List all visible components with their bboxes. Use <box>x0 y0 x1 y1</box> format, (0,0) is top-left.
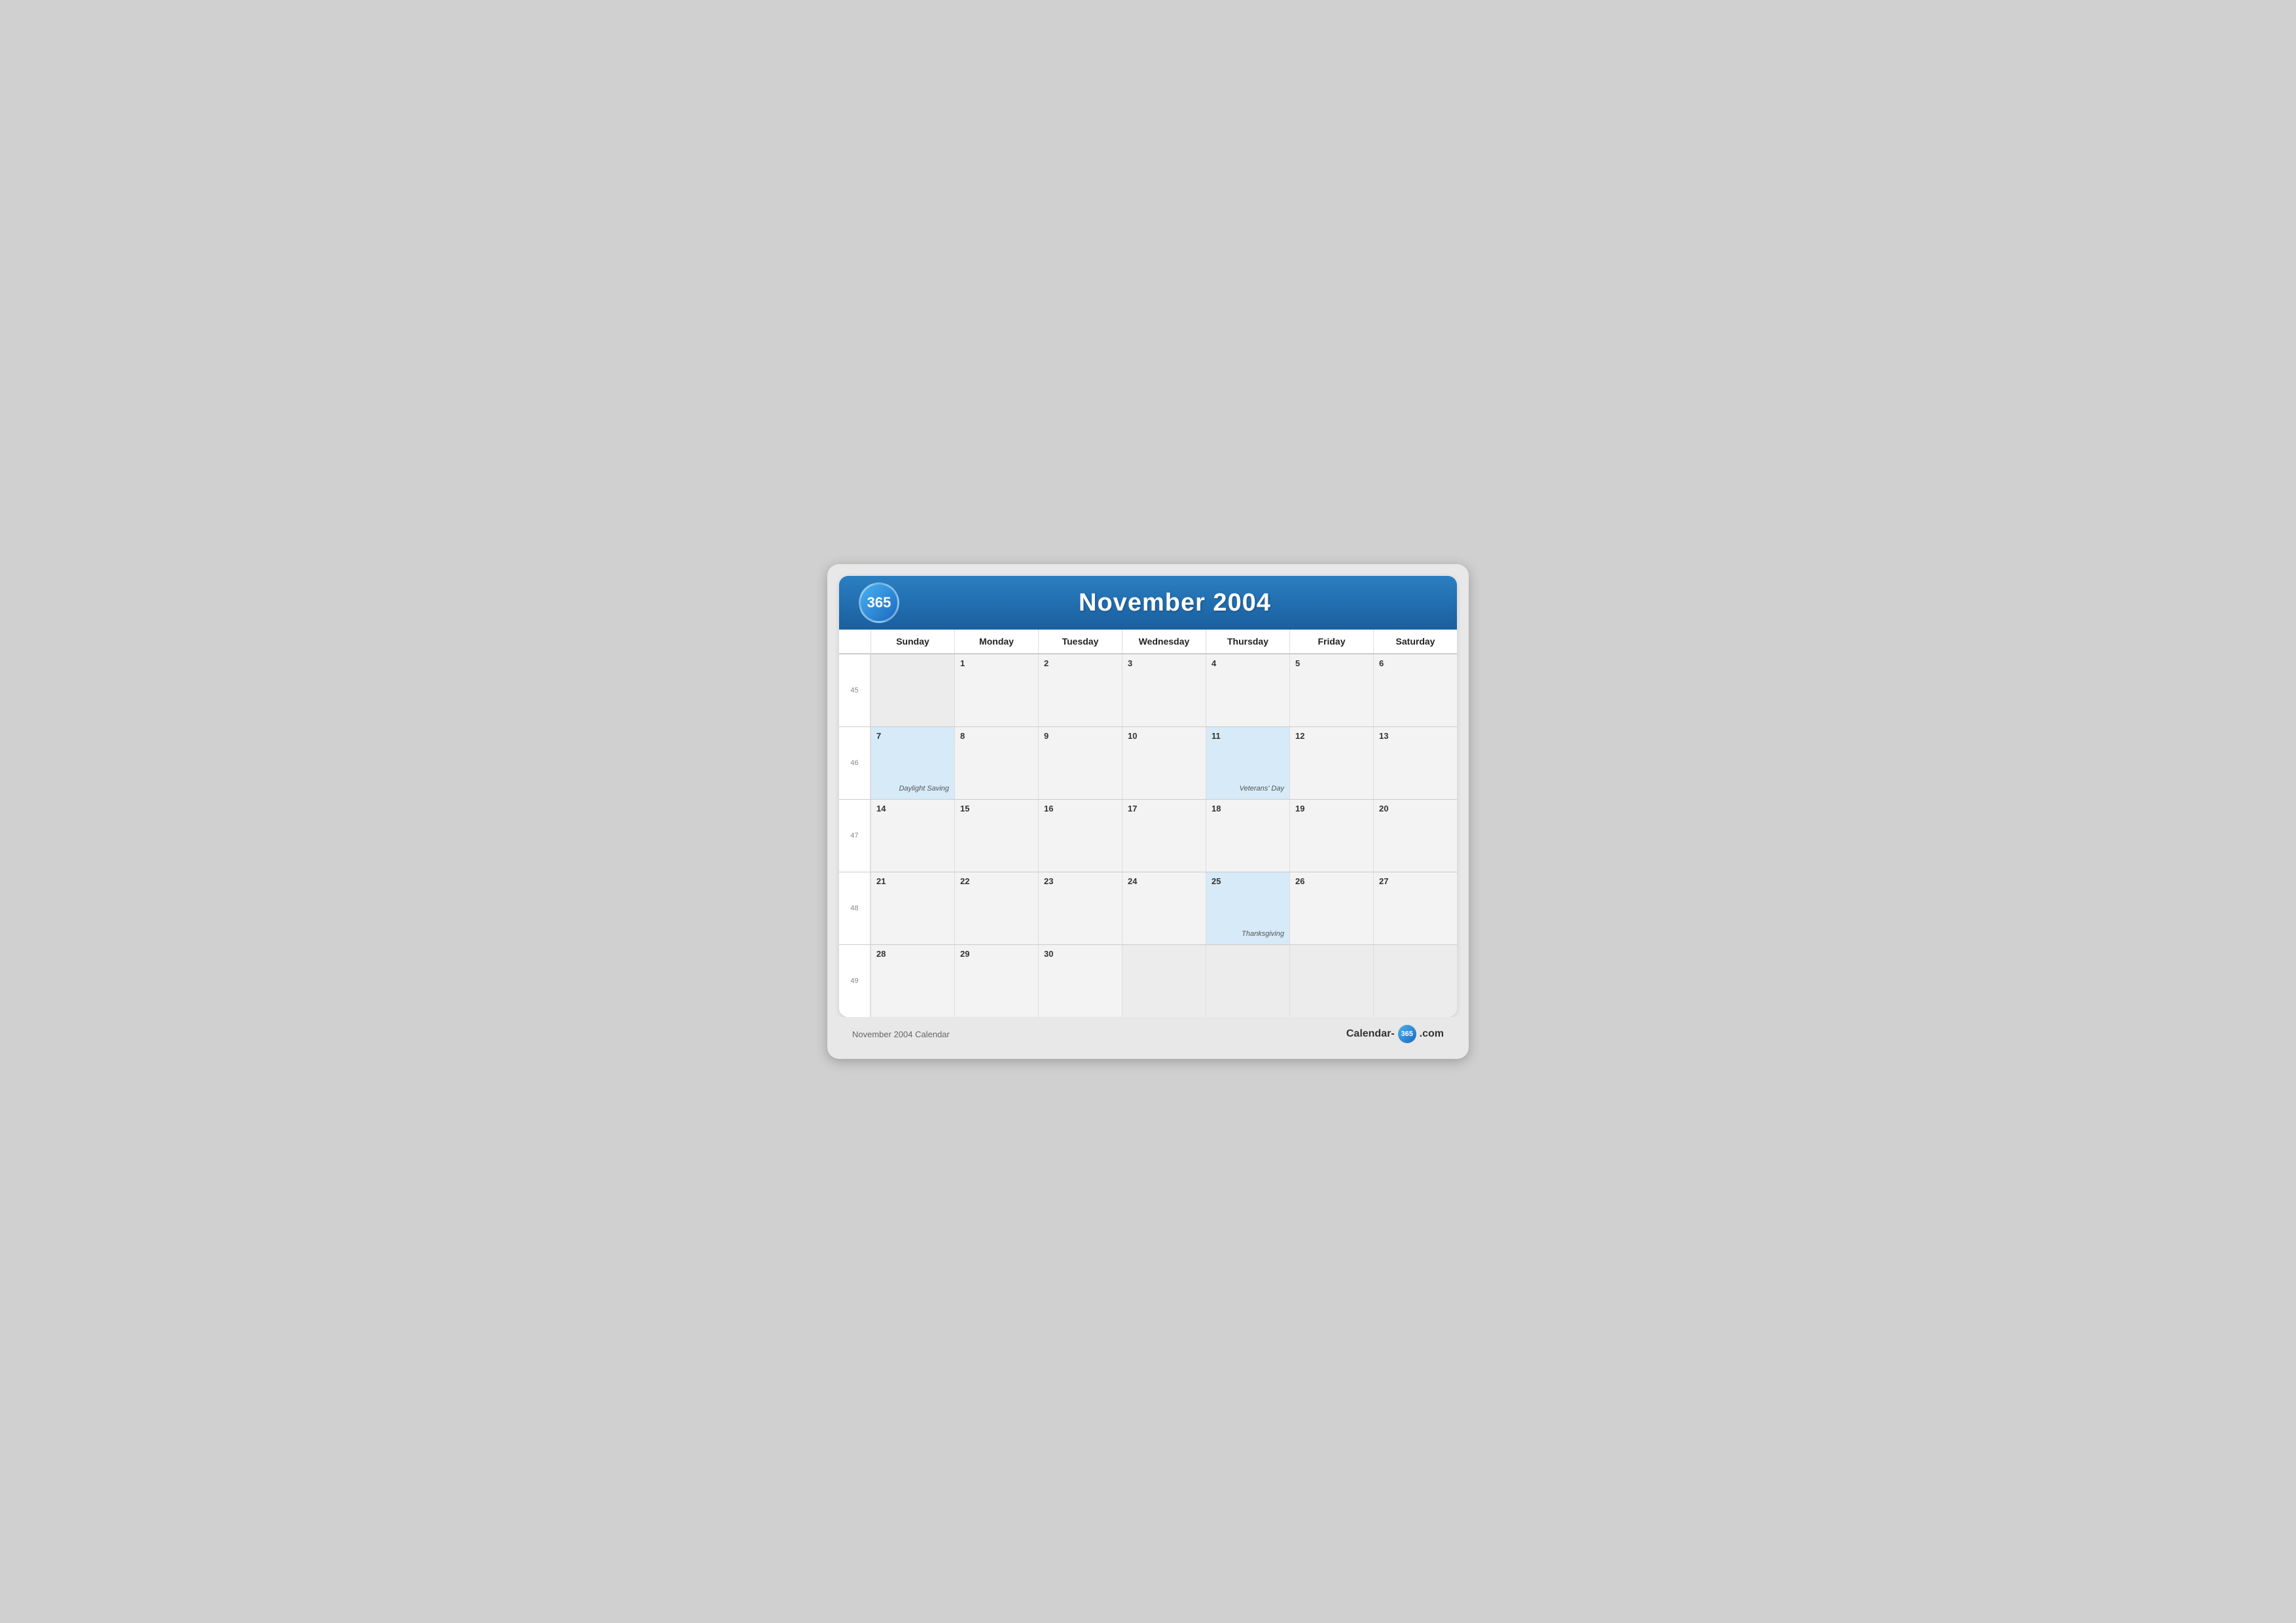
calendar-day[interactable]: 20 <box>1373 800 1457 872</box>
calendar-day[interactable]: 27 <box>1373 872 1457 944</box>
day-number: 23 <box>1044 876 1117 886</box>
calendar-day[interactable] <box>1206 945 1289 1017</box>
calendar-day[interactable]: 5 <box>1289 654 1373 726</box>
footer-brand-prefix: Calendar- <box>1346 1028 1395 1040</box>
calendar-day[interactable]: 12 <box>1289 727 1373 799</box>
calendar-day[interactable]: 24 <box>1122 872 1206 944</box>
day-number: 15 <box>960 804 1033 813</box>
calendar-day[interactable]: 25 Thanksgiving <box>1206 872 1289 944</box>
day-header-saturday: Saturday <box>1373 630 1457 653</box>
week-number: 48 <box>839 872 870 944</box>
week-number: 49 <box>839 945 870 1017</box>
day-number: 26 <box>1295 876 1368 886</box>
calendar-day[interactable]: 10 <box>1122 727 1206 799</box>
day-number: 18 <box>1211 804 1284 813</box>
calendar-day[interactable] <box>1373 945 1457 1017</box>
calendar-day[interactable]: 8 <box>954 727 1038 799</box>
day-number: 3 <box>1128 658 1200 668</box>
day-number: 4 <box>1211 658 1284 668</box>
day-header-wednesday: Wednesday <box>1122 630 1206 653</box>
day-number: 13 <box>1379 731 1452 741</box>
calendar-day[interactable]: 29 <box>954 945 1038 1017</box>
calendar-day[interactable]: 21 <box>870 872 954 944</box>
footer-right-brand: Calendar- 365 .com <box>1346 1025 1444 1043</box>
day-number: 9 <box>1044 731 1117 741</box>
calendar-week: 46 7 Daylight Saving 8 9 10 11 Veterans' Day 12 1… <box>839 726 1457 799</box>
calendar-week: 45123456 <box>839 654 1457 726</box>
logo-badge: 365 <box>859 582 899 623</box>
calendar-day[interactable]: 22 <box>954 872 1038 944</box>
day-number: 22 <box>960 876 1033 886</box>
day-number: 10 <box>1128 731 1200 741</box>
calendar-day[interactable]: 23 <box>1038 872 1122 944</box>
day-header-tuesday: Tuesday <box>1038 630 1122 653</box>
day-header-sunday: Sunday <box>870 630 954 653</box>
day-header-monday: Monday <box>954 630 1038 653</box>
day-header-friday: Friday <box>1289 630 1373 653</box>
day-number: 1 <box>960 658 1033 668</box>
calendar-header: 365 November 2004 <box>839 576 1457 630</box>
day-number: 8 <box>960 731 1033 741</box>
calendar-day[interactable] <box>1122 945 1206 1017</box>
event-label: Thanksgiving <box>1242 930 1284 938</box>
day-number: 14 <box>876 804 949 813</box>
week-num-header-spacer <box>839 630 870 653</box>
calendar-day[interactable]: 11 Veterans' Day <box>1206 727 1289 799</box>
calendar-day[interactable]: 28 <box>870 945 954 1017</box>
day-number: 24 <box>1128 876 1200 886</box>
footer-brand-badge: 365 <box>1398 1025 1416 1043</box>
day-number: 21 <box>876 876 949 886</box>
calendar-day[interactable]: 14 <box>870 800 954 872</box>
calendar-day[interactable]: 15 <box>954 800 1038 872</box>
calendar-day[interactable]: 26 <box>1289 872 1373 944</box>
day-headers-row: SundayMondayTuesdayWednesdayThursdayFrid… <box>839 630 1457 654</box>
day-number: 16 <box>1044 804 1117 813</box>
day-number: 17 <box>1128 804 1200 813</box>
calendar-body: 45123456467Daylight Saving891011Veterans… <box>839 654 1457 1017</box>
calendar-day[interactable]: 17 <box>1122 800 1206 872</box>
day-number: 30 <box>1044 949 1117 959</box>
calendar-week: 49 28 29 30 <box>839 944 1457 1017</box>
day-number: 7 <box>876 731 949 741</box>
event-label: Daylight Saving <box>899 785 949 793</box>
day-number: 29 <box>960 949 1033 959</box>
footer: November 2004 Calendar Calendar- 365 .co… <box>839 1017 1457 1047</box>
day-number: 12 <box>1295 731 1368 741</box>
calendar-day[interactable]: 30 <box>1038 945 1122 1017</box>
day-number: 25 <box>1211 876 1284 886</box>
day-number: 11 <box>1211 731 1284 741</box>
page-wrapper: 365 November 2004 SundayMondayTuesdayWed… <box>827 564 1469 1059</box>
calendar-day[interactable] <box>1289 945 1373 1017</box>
day-number: 28 <box>876 949 949 959</box>
calendar-container: 365 November 2004 SundayMondayTuesdayWed… <box>839 576 1457 1017</box>
event-label: Veterans' Day <box>1240 785 1284 793</box>
week-number: 46 <box>839 727 870 799</box>
day-number: 19 <box>1295 804 1368 813</box>
calendar-day[interactable]: 6 <box>1373 654 1457 726</box>
calendar-day[interactable]: 18 <box>1206 800 1289 872</box>
calendar-day[interactable]: 16 <box>1038 800 1122 872</box>
calendar-day[interactable]: 9 <box>1038 727 1122 799</box>
calendar-week: 48 21 22 23 24 25 Thanksgiving 26 27 <box>839 872 1457 944</box>
calendar-day[interactable]: 19 <box>1289 800 1373 872</box>
week-number: 45 <box>839 654 870 726</box>
week-number: 47 <box>839 800 870 872</box>
day-number: 5 <box>1295 658 1368 668</box>
footer-brand-suffix: .com <box>1420 1028 1444 1040</box>
calendar-day[interactable]: 13 <box>1373 727 1457 799</box>
calendar-day[interactable]: 2 <box>1038 654 1122 726</box>
day-number: 6 <box>1379 658 1452 668</box>
calendar-week: 47 14 15 16 17 18 19 20 <box>839 799 1457 872</box>
calendar-day[interactable]: 3 <box>1122 654 1206 726</box>
calendar-title: November 2004 <box>912 589 1437 617</box>
calendar-day[interactable]: 4 <box>1206 654 1289 726</box>
footer-left-label: November 2004 Calendar <box>852 1029 950 1039</box>
day-number: 2 <box>1044 658 1117 668</box>
day-header-thursday: Thursday <box>1206 630 1289 653</box>
calendar-day[interactable]: 7 Daylight Saving <box>870 727 954 799</box>
calendar-day[interactable] <box>870 654 954 726</box>
day-number: 20 <box>1379 804 1452 813</box>
day-number: 27 <box>1379 876 1452 886</box>
calendar-day[interactable]: 1 <box>954 654 1038 726</box>
